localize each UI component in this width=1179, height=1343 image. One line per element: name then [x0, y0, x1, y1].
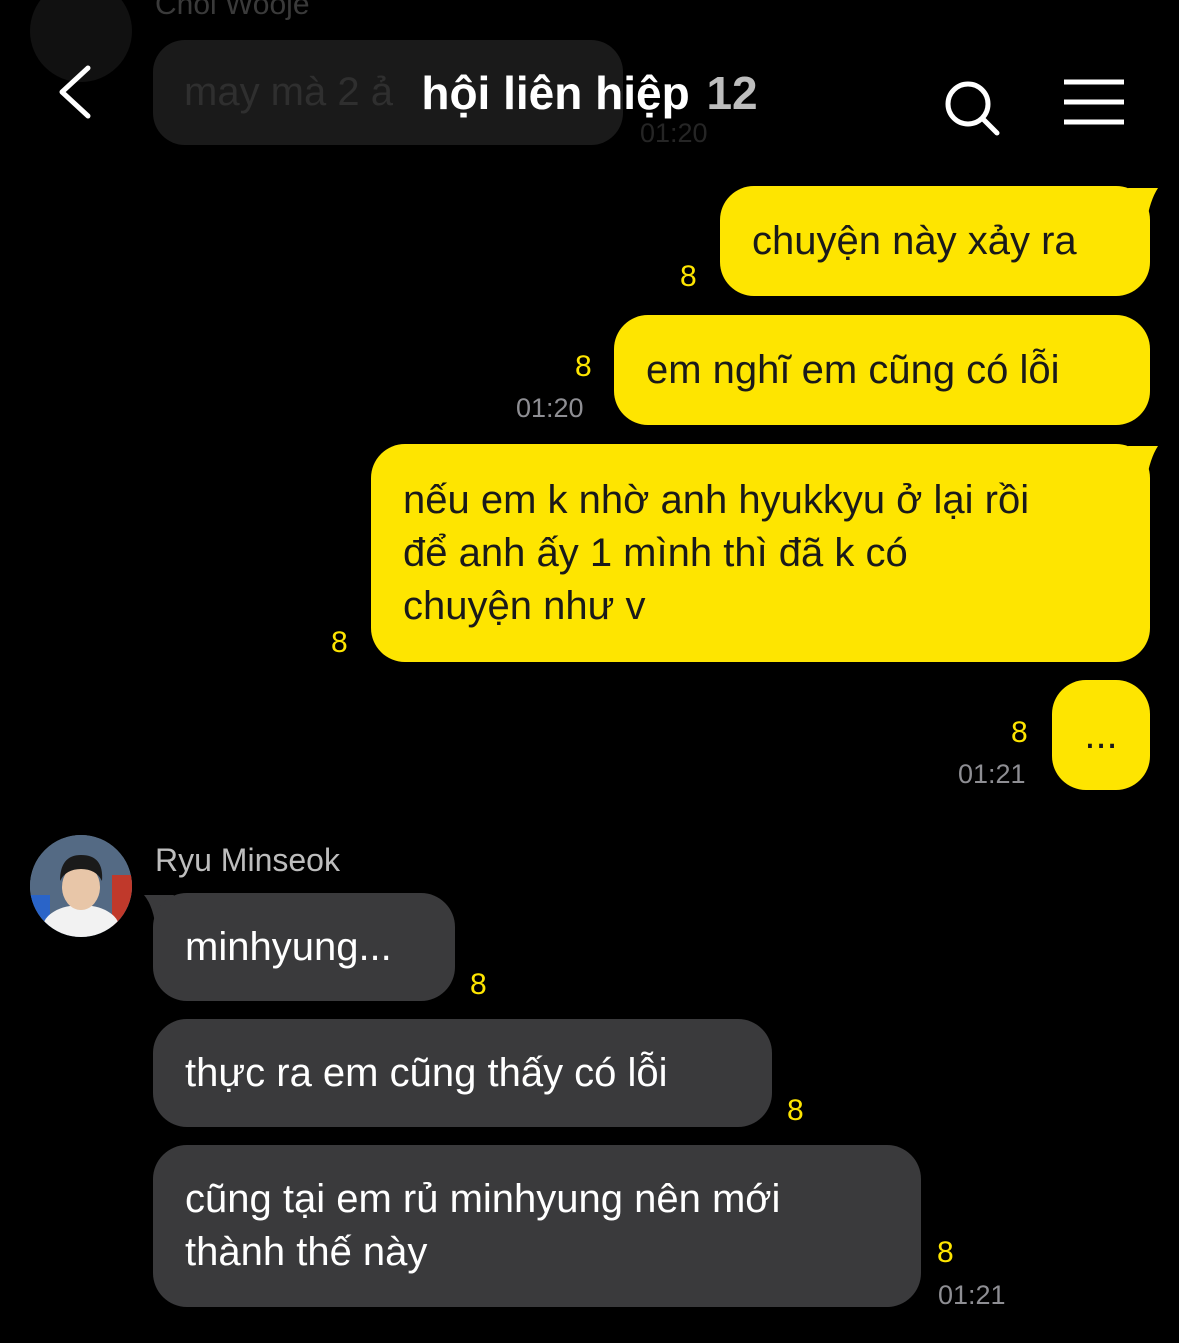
message-bubble[interactable]: em nghĩ em cũng có lỗi [614, 315, 1150, 425]
background-sender-name: Choi Wooje [155, 0, 310, 21]
message-bubble[interactable]: thực ra em cũng thấy có lỗi [153, 1019, 772, 1127]
sender-name: Ryu Minseok [155, 842, 340, 878]
unread-count: 8 [787, 1094, 804, 1127]
member-count: 12 [706, 67, 758, 119]
message-line: cũng tại em rủ minhyung nên mới [185, 1177, 781, 1221]
message-bubble[interactable]: ... [1052, 680, 1150, 790]
message-text: thực ra em cũng thấy có lỗi [185, 1050, 668, 1095]
unread-count: 8 [1011, 716, 1028, 749]
message-text: ... [1084, 712, 1118, 757]
message-bubble[interactable]: cũng tại em rủ minhyung nên mới thành th… [153, 1145, 921, 1307]
message-text: minhyung... [185, 924, 392, 969]
chat-title: hội liên hiệp 12 [0, 66, 1179, 120]
message-time: 01:20 [516, 393, 584, 423]
background-message-time: 01:20 [640, 118, 708, 148]
menu-button[interactable] [1060, 78, 1128, 128]
message-line: để anh ấy 1 mình thì đã k có [403, 530, 908, 575]
unread-count: 8 [937, 1236, 954, 1269]
message-time: 01:21 [958, 759, 1026, 789]
unread-count: 8 [575, 350, 592, 383]
hamburger-menu-icon [1064, 79, 1124, 125]
message-bubble[interactable]: nếu em k nhờ anh hyukkyu ở lại rồi để an… [371, 444, 1150, 662]
unread-count: 8 [680, 260, 697, 293]
unread-count: 8 [470, 968, 487, 1001]
message-line: nếu em k nhờ anh hyukkyu ở lại rồi [403, 477, 1030, 522]
message-line: chuyện như v [403, 583, 646, 628]
search-icon [945, 81, 1000, 136]
message-text: chuyện này xảy ra [752, 218, 1077, 263]
message-time: 01:21 [938, 1280, 1006, 1310]
profile-photo [30, 835, 132, 937]
message-bubble[interactable]: chuyện này xảy ra [720, 186, 1150, 296]
chat-name: hội liên hiệp [421, 67, 690, 119]
message-text: em nghĩ em cũng có lỗi [646, 347, 1060, 392]
message-bubble[interactable]: minhyung... [153, 893, 455, 1001]
message-line: thành thế này [185, 1230, 428, 1274]
search-button[interactable] [940, 76, 1002, 138]
unread-count: 8 [331, 626, 348, 659]
avatar[interactable] [30, 835, 132, 937]
